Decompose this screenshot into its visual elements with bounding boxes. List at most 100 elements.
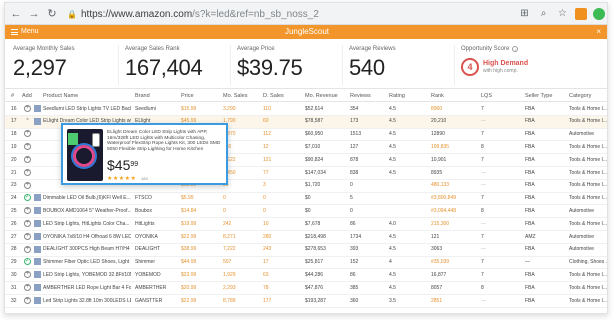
column-header-add[interactable]: Add	[22, 93, 32, 100]
product-thumbnail	[34, 245, 41, 253]
add-product-icon[interactable]: +	[24, 104, 31, 112]
cell-category: Tools & Home I...	[569, 105, 607, 112]
opportunity-subtitle: with high comp.	[483, 67, 518, 74]
add-product-icon[interactable]: +	[24, 207, 31, 215]
add-product-icon[interactable]: +	[24, 245, 31, 253]
cell-lqs: —	[481, 182, 486, 189]
add-product-icon[interactable]: +	[24, 271, 31, 279]
cell-row-number: 31	[11, 284, 17, 291]
product-description: ELlight Dream Color LED Strip Lights wit…	[107, 130, 221, 152]
back-icon[interactable]: ←	[9, 7, 23, 21]
cell-product-name[interactable]: OYONIKA 7x8/10 H4 Offroad 6 8W LED...	[43, 234, 131, 240]
add-product-icon[interactable]: ✓	[24, 258, 31, 266]
product-thumbnail	[34, 207, 41, 215]
cell-category: Automotive	[569, 233, 595, 240]
add-product-icon[interactable]: +	[24, 181, 31, 189]
cell-row-number: 24	[11, 195, 17, 202]
column-header-rank[interactable]: Rank	[431, 93, 444, 100]
cell-seller-type: FBA	[525, 182, 535, 189]
cell-product-name[interactable]: Dimmable LED Oil Bulb,(6)KFI Well E...	[43, 195, 131, 201]
cell-seller-type: FBA	[525, 105, 535, 112]
cell-daily-sales: 0	[263, 207, 266, 214]
product-thumbnail	[34, 104, 41, 112]
stat-label: Average Reviews	[349, 46, 396, 52]
table-row[interactable]: +32 Led Strip Lights 32.8ft 10m 300LEDS L…	[5, 295, 607, 308]
close-icon[interactable]: ×	[596, 27, 601, 37]
cell-product-name[interactable]: BOUBOX AMD1064 5" Weather-Proof...	[43, 208, 131, 214]
info-icon[interactable]: i	[512, 46, 519, 52]
table-row[interactable]: +30 LED Strip Lights, YOBEMOD 32.8Ft/10M …	[5, 269, 607, 283]
extension-icon[interactable]	[593, 7, 605, 20]
add-product-icon[interactable]: +	[24, 155, 31, 163]
cell-product-name[interactable]: LED Strip Lights, HitLights Color Cha...	[43, 221, 131, 227]
column-header-price[interactable]: Price	[181, 93, 194, 100]
add-product-icon[interactable]: +	[24, 143, 31, 151]
add-product-icon[interactable]: +	[24, 168, 31, 176]
remove-icon[interactable]: ×	[24, 118, 31, 125]
cell-lqs: 7	[481, 271, 484, 278]
cell-reviews: 1734	[350, 233, 362, 240]
cell-rating: 4.5	[389, 118, 396, 125]
cell-lqs: —	[481, 220, 486, 227]
table-row[interactable]: +16 Seedlumi LED Strip Lights TV LED Back…	[5, 103, 607, 116]
browser-toolbar: ← → ↻ 🔒 https://www.amazon.com/s?k=led&r…	[5, 3, 607, 25]
reload-icon[interactable]: ↻	[45, 7, 59, 21]
cell-monthly-revenue: $78,587	[305, 118, 324, 125]
cell-brand: HitLights	[135, 220, 155, 227]
table-row[interactable]: +27 OYONIKA 7x8/10 H4 Offroad 6 8W LED...…	[5, 231, 607, 244]
column-header-seller-type[interactable]: Seller Type	[525, 93, 552, 100]
cell-reviews: 152	[350, 259, 359, 266]
forward-icon[interactable]: →	[27, 7, 41, 21]
column-header-rating[interactable]: Rating	[389, 93, 405, 100]
cell-product-name[interactable]: LED Strip Lights, YOBEMOD 32.8Ft/10M 3..…	[43, 272, 131, 278]
column-header-lqs[interactable]: LQS	[481, 93, 492, 100]
product-box	[68, 133, 78, 145]
cell-rating: 4.5	[389, 271, 396, 278]
table-row[interactable]: ✓ 24 Dimmable LED Oil Bulb,(6)KFI Well E..…	[5, 193, 607, 206]
cell-lqs: —	[481, 246, 486, 253]
stat-label: Opportunity Score i	[461, 45, 601, 53]
column-header-category[interactable]: Category	[569, 93, 591, 100]
add-product-icon[interactable]: ✓	[24, 194, 31, 202]
column-header-mo-sales[interactable]: Mo. Sales	[223, 93, 247, 100]
table-row[interactable]: ✓ 29 Shimmer Fiber Optic LED Shoes, Light …	[5, 257, 607, 270]
cell-row-number: 20	[11, 156, 17, 163]
junglescout-extension-icon[interactable]	[575, 7, 587, 20]
table-row[interactable]: +31 AMBERTHER LED Rope Light Bar 4 Foot 7…	[5, 282, 607, 295]
translate-icon[interactable]: ⊞	[518, 7, 531, 20]
cell-product-name[interactable]: Shimmer Fiber Optic LED Shoes, Light S..…	[43, 259, 131, 265]
column-header-mo-revenue[interactable]: Mo. Revenue	[305, 93, 338, 100]
column-header-number[interactable]: #	[11, 93, 14, 100]
add-product-icon[interactable]: +	[24, 296, 31, 304]
search-icon[interactable]: ⌕	[537, 7, 550, 20]
review-count: 183	[141, 176, 148, 181]
stats-panel: Average Monthly Sales 2,297 Average Sale…	[5, 39, 607, 89]
column-header-d-sales[interactable]: D. Sales	[263, 93, 284, 100]
cell-rank: #35,039	[431, 259, 450, 266]
cell-seller-type: FBA	[525, 131, 535, 138]
product-thumbnail	[34, 271, 41, 279]
cell-seller-type: FBA	[525, 246, 535, 253]
table-row[interactable]: +28 DEALIGHT 300PCS High Beam H7/H4 ... DE…	[5, 244, 607, 257]
column-header-reviews[interactable]: Reviews	[350, 93, 371, 100]
phone-remote	[92, 133, 100, 147]
add-product-icon[interactable]: +	[24, 232, 31, 240]
column-header-brand[interactable]: Brand	[135, 93, 150, 100]
cell-daily-sales: 112	[263, 131, 271, 138]
address-bar[interactable]: 🔒 https://www.amazon.com/s?k=led&ref=nb_…	[67, 6, 477, 22]
stat-value: $39.75	[237, 55, 303, 80]
cell-product-name[interactable]: AMBERTHER LED Rope Light Bar 4 Foot 72..…	[43, 285, 131, 291]
table-row[interactable]: +25 BOUBOX AMD1064 5" Weather-Proof... Bou…	[5, 205, 607, 219]
cell-product-name[interactable]: Seedlumi LED Strip Lights TV LED Back...	[43, 106, 131, 112]
cell-rating: 4.5	[389, 233, 396, 240]
cell-price: $23.99	[181, 271, 197, 278]
table-row[interactable]: +26 LED Strip Lights, HitLights Color Cha…	[5, 218, 607, 231]
add-product-icon[interactable]: +	[24, 283, 31, 291]
cell-rating: 3.5	[389, 297, 396, 304]
add-product-icon[interactable]: +	[24, 219, 31, 227]
cell-product-name[interactable]: DEALIGHT 300PCS High Beam H7/H4 ...	[43, 246, 131, 252]
add-product-icon[interactable]: +	[24, 130, 31, 138]
star-icon[interactable]: ☆	[556, 7, 569, 20]
column-header-product-name[interactable]: Product Name	[43, 93, 78, 100]
cell-product-name[interactable]: Led Strip Lights 32.8ft 10m 300LEDS LED.…	[43, 298, 131, 304]
